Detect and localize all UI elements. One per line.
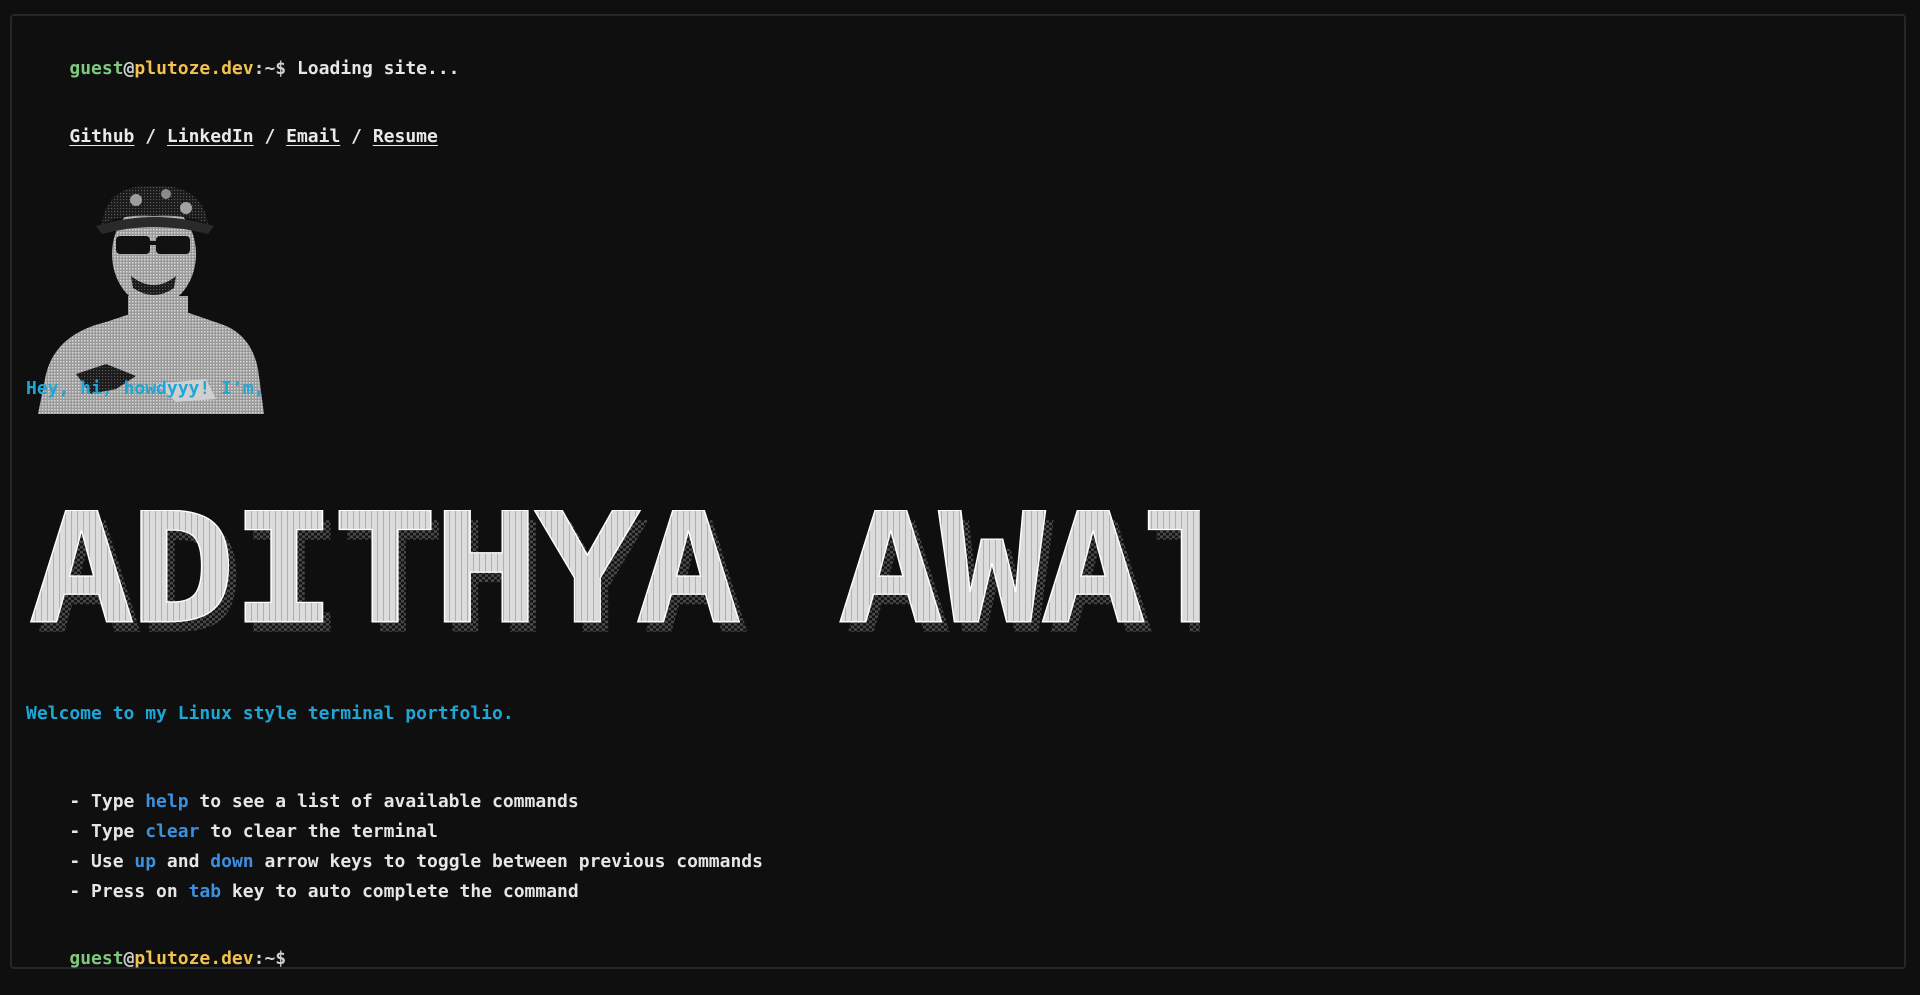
instruction-tab: - Press on tab key to auto complete the … [26,856,579,928]
command-input-cursor[interactable] [286,948,296,968]
prompt-path: :~$ [253,58,287,79]
email-link[interactable]: Email [286,126,340,147]
prompt-user: guest [69,58,124,79]
welcome-text: Welcome to my Linux style terminal portf… [26,703,514,724]
prompt-at: @ [123,58,135,79]
prompt-line-loading: guest@plutoze.dev:~$ Loading site... [26,33,460,105]
prompt-path: :~$ [253,948,287,969]
link-separator: / [134,126,167,147]
linkedin-link[interactable]: LinkedIn [167,126,254,147]
prompt-command: Loading site... [296,58,460,79]
instruction-suffix: key to auto complete the command [221,881,579,902]
github-link[interactable]: Github [69,126,134,147]
instruction-prefix: - Press on [69,881,189,902]
resume-link[interactable]: Resume [373,126,438,147]
social-links: Github / LinkedIn / Email / Resume [26,101,438,173]
prompt-host: plutoze.dev [134,58,254,79]
terminal-window[interactable]: guest@plutoze.dev:~$ Loading site... Git… [10,14,1906,969]
link-separator: / [340,126,373,147]
tab-keyword: tab [188,881,222,902]
ascii-name-banner: ADITHYA AWATI ADITHYA AWATI [27,510,1200,660]
prompt-user: guest [69,948,124,969]
link-separator: / [253,126,287,147]
prompt-host: plutoze.dev [134,948,254,969]
prompt-at: @ [123,948,135,969]
active-prompt-line[interactable]: guest@plutoze.dev:~$ [26,923,296,995]
greeting-text: Hey, hi, howdyyy! I'm, [26,378,265,399]
banner-text: ADITHYA AWATI [28,510,1200,659]
